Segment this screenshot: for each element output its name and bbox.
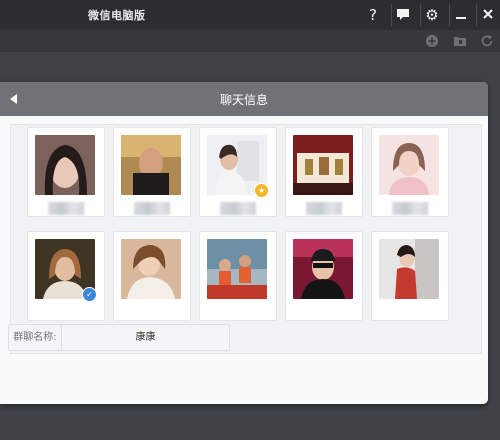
group-name-row: 群聊名称: 康康 bbox=[8, 324, 230, 351]
member-name-blurred bbox=[220, 202, 256, 215]
gear-icon: ⚙ bbox=[425, 6, 439, 24]
member-card[interactable] bbox=[285, 231, 363, 321]
help-icon: ? bbox=[369, 6, 377, 24]
panel-header: 聊天信息 bbox=[0, 82, 488, 116]
help-button[interactable]: ? bbox=[362, 4, 384, 26]
window-title: 微信电脑版 bbox=[88, 9, 146, 22]
member-card[interactable]: ★ bbox=[199, 127, 277, 217]
member-name-blurred bbox=[48, 202, 84, 215]
close-icon bbox=[482, 6, 494, 24]
badge-icon: ★ bbox=[254, 183, 269, 198]
avatar bbox=[121, 135, 181, 195]
avatar bbox=[207, 239, 267, 299]
minimize-icon bbox=[455, 6, 467, 24]
member-card[interactable] bbox=[27, 127, 105, 217]
settings-button[interactable]: ⚙ bbox=[420, 4, 443, 26]
avatar bbox=[379, 239, 439, 299]
refresh-icon[interactable] bbox=[479, 33, 495, 49]
member-card[interactable] bbox=[113, 127, 191, 217]
member-card[interactable] bbox=[199, 231, 277, 321]
chat-info-panel: 聊天信息 ★ ✓ 群聊名称: 康康 bbox=[0, 82, 488, 404]
member-card[interactable]: ✓ bbox=[27, 231, 105, 321]
member-name-blurred bbox=[392, 202, 428, 215]
group-name-label: 群聊名称: bbox=[9, 325, 62, 350]
member-card[interactable] bbox=[113, 231, 191, 321]
folder-icon[interactable] bbox=[452, 33, 468, 49]
member-grid: ★ ✓ bbox=[10, 124, 482, 354]
message-icon bbox=[396, 6, 410, 24]
avatar bbox=[379, 135, 439, 195]
badge-icon: ✓ bbox=[82, 287, 97, 302]
avatar bbox=[293, 239, 353, 299]
member-name-blurred bbox=[306, 202, 342, 215]
member-name-blurred bbox=[134, 202, 170, 215]
avatar bbox=[293, 135, 353, 195]
avatar bbox=[121, 239, 181, 299]
toolbar bbox=[0, 30, 500, 52]
member-card[interactable] bbox=[285, 127, 363, 217]
member-card[interactable] bbox=[371, 127, 449, 217]
minimize-button[interactable] bbox=[449, 4, 472, 26]
avatar bbox=[35, 135, 95, 195]
member-card[interactable] bbox=[371, 231, 449, 321]
feedback-button[interactable] bbox=[391, 4, 414, 26]
title-bar: 微信电脑版 ? ⚙ bbox=[0, 0, 500, 30]
panel-title: 聊天信息 bbox=[219, 93, 268, 107]
close-button[interactable] bbox=[476, 4, 499, 26]
group-name-field[interactable]: 康康 bbox=[62, 325, 229, 350]
add-icon[interactable] bbox=[424, 33, 440, 49]
